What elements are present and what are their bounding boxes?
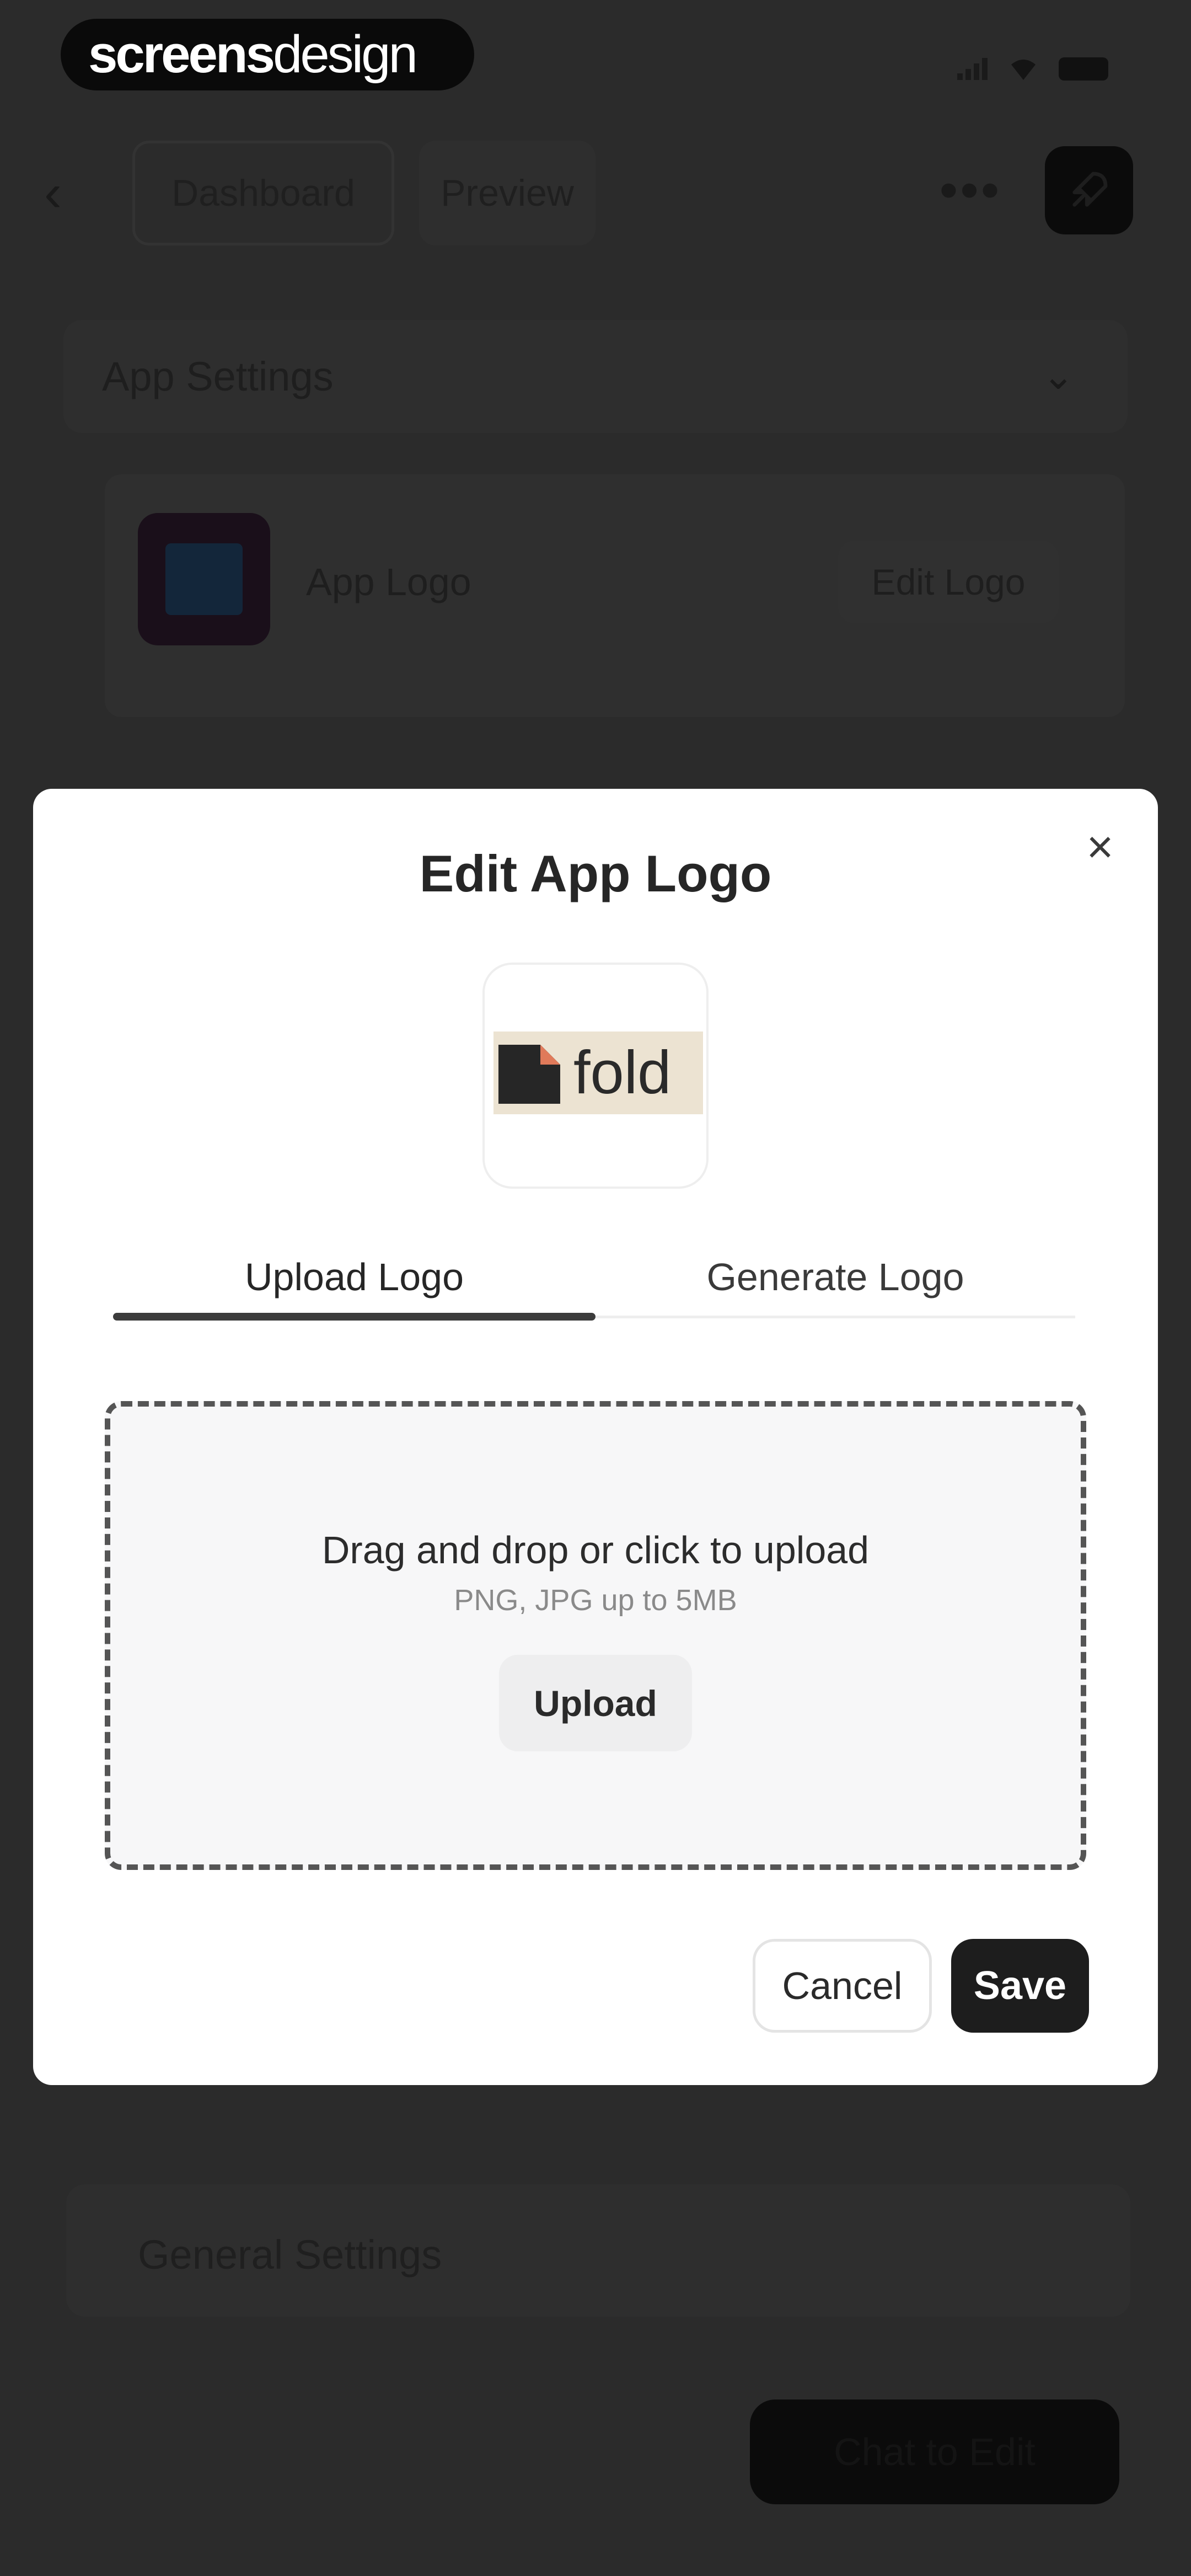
cancel-button[interactable]: Cancel: [753, 1939, 932, 2033]
battery-icon: [1059, 57, 1108, 81]
modal-title: Edit App Logo: [419, 845, 772, 902]
app-settings-title: App Settings: [102, 354, 334, 399]
chevron-down-icon[interactable]: ⌄: [1042, 353, 1075, 398]
dropzone-instruction: Drag and drop or click to upload: [321, 1529, 870, 1572]
signal-icon: [957, 58, 988, 80]
tab-generate-logo[interactable]: Generate Logo: [596, 1247, 1075, 1307]
active-tab-indicator: [113, 1313, 596, 1321]
back-chevron-icon[interactable]: ‹: [44, 167, 77, 220]
tab-upload-logo[interactable]: Upload Logo: [113, 1247, 596, 1307]
fold-logo-icon: [498, 1045, 560, 1104]
wifi-icon: [1011, 60, 1036, 80]
rocket-icon: [1072, 172, 1108, 207]
tab-preview[interactable]: Preview: [419, 141, 596, 245]
screensdesign-watermark: screens design: [61, 19, 474, 90]
tab-dashboard[interactable]: Dashboard: [132, 141, 394, 245]
upload-dropzone[interactable]: [105, 1401, 1086, 1870]
status-bar: [957, 52, 1108, 85]
close-icon[interactable]: ×: [1075, 822, 1125, 872]
upload-button[interactable]: Upload: [499, 1655, 692, 1751]
general-settings-title: General Settings: [138, 2232, 442, 2278]
chat-to-edit-button[interactable]: Chat to Edit: [750, 2399, 1119, 2504]
more-dots-icon[interactable]: •••: [932, 164, 1009, 217]
app-logo-thumbnail-inner: [165, 543, 243, 615]
dropzone-hint: PNG, JPG up to 5MB: [454, 1584, 737, 1617]
app-logo-label: App Logo: [306, 560, 471, 603]
save-button[interactable]: Save: [951, 1939, 1089, 2033]
rocket-button[interactable]: [1045, 146, 1133, 234]
edit-logo-button[interactable]: Edit Logo: [838, 541, 1059, 623]
logo-preview-text: fold: [573, 1039, 672, 1107]
